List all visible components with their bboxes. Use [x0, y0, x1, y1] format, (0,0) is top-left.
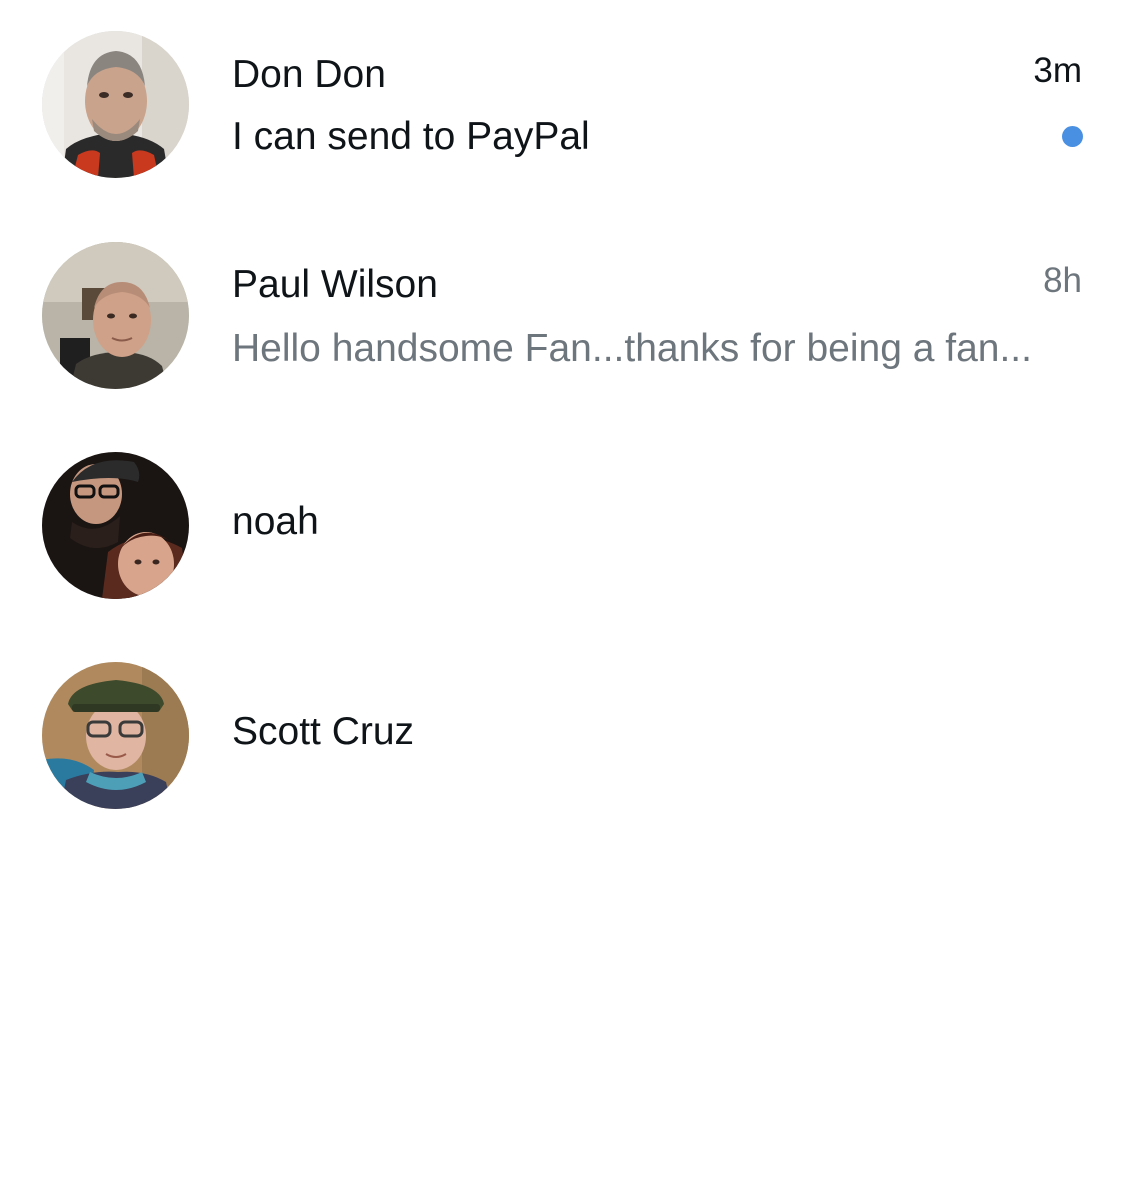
conversation-name: Scott Cruz	[232, 710, 415, 753]
avatar-paul-wilson[interactable]	[42, 242, 189, 389]
conversation-row-noah[interactable]: noah	[0, 420, 1125, 630]
user-photo-avatar	[42, 452, 189, 599]
avatar-noah[interactable]	[42, 452, 189, 599]
conversation-preview: Hello handsome Fan...thanks for being a …	[232, 327, 1032, 370]
user-photo-avatar	[42, 242, 189, 389]
user-photo-avatar	[42, 31, 189, 178]
conversation-row-don-don[interactable]: Don Don I can send to PayPal 3m	[0, 0, 1125, 210]
avatar-scott-cruz[interactable]	[42, 662, 189, 809]
conversation-name: noah	[232, 500, 319, 543]
unread-dot-icon	[1062, 126, 1083, 147]
conversation-preview: I can send to PayPal	[232, 115, 590, 158]
conversation-name: Paul Wilson	[232, 263, 438, 306]
conversation-time: 8h	[1043, 261, 1082, 300]
conversation-name: Don Don	[232, 53, 386, 96]
conversation-row-paul-wilson[interactable]: Paul Wilson Hello handsome Fan...thanks …	[0, 210, 1125, 420]
avatar-don-don[interactable]	[42, 31, 189, 178]
conversation-time: 3m	[1033, 51, 1082, 90]
user-photo-avatar	[42, 662, 189, 809]
conversation-row-scott-cruz[interactable]: Scott Cruz	[0, 630, 1125, 840]
